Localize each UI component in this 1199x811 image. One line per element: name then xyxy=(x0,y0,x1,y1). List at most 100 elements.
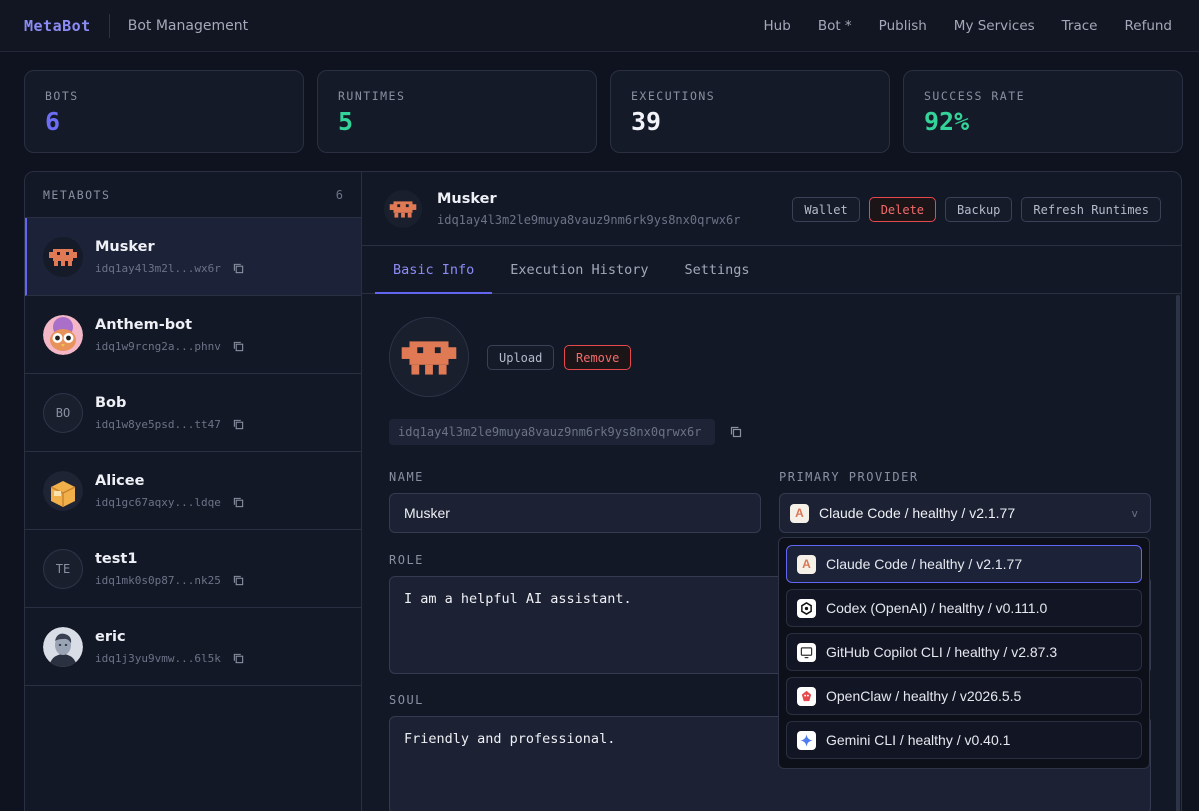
provider-option-openclaw[interactable]: OpenClaw / healthy / v2026.5.5 xyxy=(786,677,1142,715)
sidebar-title: METABOTS xyxy=(43,187,111,202)
wallet-button[interactable]: Wallet xyxy=(792,197,860,222)
stat-value: 6 xyxy=(45,107,61,136)
box-avatar xyxy=(43,470,83,511)
header-actions: Wallet Delete Backup Refresh Runtimes xyxy=(792,197,1161,222)
provider-option-label: Claude Code / healthy / v2.1.77 xyxy=(826,556,1023,572)
stat-label: EXECUTIONS xyxy=(631,89,716,103)
copy-icon[interactable] xyxy=(233,419,244,430)
content-scrollbar[interactable] xyxy=(1176,295,1180,811)
tab-execution-history[interactable]: Execution History xyxy=(492,246,666,293)
nav-hub[interactable]: Hub xyxy=(764,18,791,34)
tab-settings[interactable]: Settings xyxy=(666,246,767,293)
detail-bot-id: idq1ay4l3m2le9muya8vauz9nm6rk9ys8nx0qrwx… xyxy=(437,212,741,227)
provider-option-label: Gemini CLI / healthy / v0.40.1 xyxy=(826,732,1011,748)
copy-icon[interactable] xyxy=(233,575,244,586)
provider-option-github-copilot[interactable]: GitHub Copilot CLI / healthy / v2.87.3 xyxy=(786,633,1142,671)
selected-provider-label: Claude Code / healthy / v2.1.77 xyxy=(819,505,1016,521)
provider-option-gemini[interactable]: Gemini CLI / healthy / v0.40.1 xyxy=(786,721,1142,759)
provider-option-label: OpenClaw / healthy / v2026.5.5 xyxy=(826,688,1022,704)
nav-refund[interactable]: Refund xyxy=(1124,18,1172,34)
pixel-robot-avatar xyxy=(43,236,83,277)
copy-icon[interactable] xyxy=(233,653,244,664)
openai-icon xyxy=(797,598,816,618)
large-pixel-robot-avatar[interactable] xyxy=(389,317,469,397)
owl-avatar xyxy=(43,314,83,355)
anthropic-icon: A xyxy=(797,554,816,574)
nav-trace[interactable]: Trace xyxy=(1062,18,1098,34)
primary-provider-label: PRIMARY PROVIDER xyxy=(779,470,919,484)
name-label: NAME xyxy=(389,470,424,484)
backup-button[interactable]: Backup xyxy=(945,197,1013,222)
bot-id: idq1w9rcng2a...phnv xyxy=(95,339,221,353)
provider-option-label: Codex (OpenAI) / healthy / v0.111.0 xyxy=(826,600,1048,616)
pixel-robot-avatar xyxy=(384,189,422,228)
sidebar-header: METABOTS 6 xyxy=(25,172,361,218)
bot-detail-header: Musker idq1ay4l3m2le9muya8vauz9nm6rk9ys8… xyxy=(362,172,1181,246)
bot-id: idq1gc67aqxy...ldqe xyxy=(95,495,221,509)
bot-list-item-musker[interactable]: Musker idq1ay4l3m2l...wx6r xyxy=(25,218,361,296)
portrait-avatar xyxy=(43,626,83,667)
anthropic-icon: A xyxy=(790,503,809,523)
nav-bot[interactable]: Bot * xyxy=(818,18,852,34)
bot-list-item-alicee[interactable]: Alicee idq1gc67aqxy...ldqe xyxy=(25,452,361,530)
stat-card-runtimes: RUNTIMES 5 xyxy=(317,70,597,153)
detail-bot-name: Musker xyxy=(437,190,497,207)
copy-icon[interactable] xyxy=(233,263,244,274)
initials-avatar: TE xyxy=(43,548,83,589)
sidebar-count: 6 xyxy=(335,187,343,202)
stat-card-bots: BOTS 6 xyxy=(24,70,304,153)
provider-option-claude-code[interactable]: A Claude Code / healthy / v2.1.77 xyxy=(786,545,1142,583)
stat-card-executions: EXECUTIONS 39 xyxy=(610,70,890,153)
delete-button[interactable]: Delete xyxy=(868,197,937,222)
bot-name: Alicee xyxy=(95,472,145,489)
gemini-icon xyxy=(797,730,816,750)
stat-label: BOTS xyxy=(45,89,79,103)
primary-provider-select[interactable]: A Claude Code / healthy / v2.1.77 v xyxy=(779,493,1151,533)
provider-option-label: GitHub Copilot CLI / healthy / v2.87.3 xyxy=(826,644,1058,660)
monitor-icon xyxy=(797,642,816,662)
nav-publish[interactable]: Publish xyxy=(879,18,927,34)
bot-name: eric xyxy=(95,628,126,645)
stat-label: SUCCESS RATE xyxy=(924,89,1026,103)
bot-list-item-anthem-bot[interactable]: Anthem-bot idq1w9rcng2a...phnv xyxy=(25,296,361,374)
bot-name: test1 xyxy=(95,550,138,567)
tab-basic-info[interactable]: Basic Info xyxy=(375,246,493,294)
copy-icon[interactable] xyxy=(730,426,742,438)
remove-avatar-button[interactable]: Remove xyxy=(564,345,632,370)
stat-card-success-rate: SUCCESS RATE 92% xyxy=(903,70,1183,153)
role-label: ROLE xyxy=(389,553,424,567)
bot-id: idq1j3yu9vmw...6l5k xyxy=(95,651,221,665)
bot-name: Musker xyxy=(95,238,155,255)
bot-id: idq1mk0s0p87...nk25 xyxy=(95,573,221,587)
bot-list-item-bob[interactable]: BO Bob idq1w8ye5psd...tt47 xyxy=(25,374,361,452)
bot-list-sidebar: METABOTS 6 Musker idq1ay4l3m2l...wx6r An… xyxy=(25,172,362,811)
chevron-down-icon: v xyxy=(1131,506,1138,520)
main-nav: Hub Bot * Publish My Services Trace Refu… xyxy=(764,18,1172,34)
nav-my-services[interactable]: My Services xyxy=(954,18,1035,34)
bot-list-item-test1[interactable]: TE test1 idq1mk0s0p87...nk25 xyxy=(25,530,361,608)
brand-logo[interactable]: MetaBot xyxy=(24,17,91,35)
brand-divider xyxy=(108,13,110,38)
stat-value: 5 xyxy=(338,107,354,136)
page-title: Bot Management xyxy=(127,17,249,34)
provider-dropdown: A Claude Code / healthy / v2.1.77 Codex … xyxy=(778,537,1150,769)
upload-avatar-button[interactable]: Upload xyxy=(487,345,555,370)
copy-icon[interactable] xyxy=(233,497,244,508)
stat-value: 39 xyxy=(631,107,662,136)
copy-icon[interactable] xyxy=(233,341,244,352)
provider-option-codex[interactable]: Codex (OpenAI) / healthy / v0.111.0 xyxy=(786,589,1142,627)
bot-name: Bob xyxy=(95,394,127,411)
detail-tabs: Basic Info Execution History Settings xyxy=(362,246,1181,294)
bot-id: idq1w8ye5psd...tt47 xyxy=(95,417,221,431)
lobster-icon xyxy=(797,686,816,706)
bot-name: Anthem-bot xyxy=(95,316,193,333)
name-input[interactable]: Musker xyxy=(389,493,761,533)
bot-id-chip: idq1ay4l3m2le9muya8vauz9nm6rk9ys8nx0qrwx… xyxy=(389,419,715,445)
refresh-runtimes-button[interactable]: Refresh Runtimes xyxy=(1021,197,1161,222)
stat-value: 92% xyxy=(924,107,970,136)
top-nav-bar: MetaBot Bot Management Hub Bot * Publish… xyxy=(0,0,1199,52)
stat-label: RUNTIMES xyxy=(338,89,406,103)
soul-label: SOUL xyxy=(389,693,424,707)
initials-avatar: BO xyxy=(43,392,83,433)
bot-list-item-eric[interactable]: eric idq1j3yu9vmw...6l5k xyxy=(25,608,361,686)
